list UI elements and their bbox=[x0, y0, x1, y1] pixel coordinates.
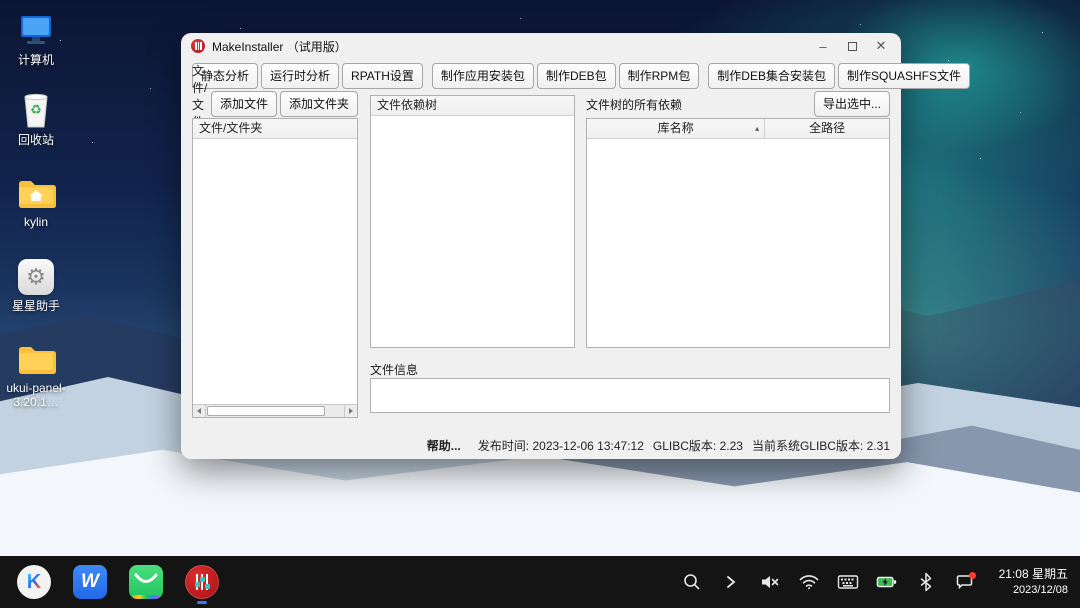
desktop-icon-label: kylin bbox=[24, 216, 48, 230]
scroll-right-icon[interactable] bbox=[344, 405, 357, 417]
all-dependencies-label: 文件树的所有依赖 bbox=[586, 96, 811, 113]
system-glibc-version-text: 当前系统GLIBC版本: 2.31 bbox=[752, 437, 890, 454]
files-list-header: 文件/文件夹 bbox=[193, 119, 357, 139]
taskbar-clock[interactable]: 21:08 星期五 2023/12/08 bbox=[999, 567, 1068, 597]
dependency-tree-header: 文件依赖树 bbox=[371, 96, 574, 116]
table-header-row: 库名称 ▴ 全路径 bbox=[587, 119, 889, 139]
stars bbox=[0, 0, 1, 1]
start-menu-button[interactable]: K bbox=[16, 560, 52, 604]
makeinstaller-icon bbox=[185, 565, 219, 599]
desktop-icon-label: 星星助手 bbox=[12, 300, 60, 314]
desktop-icon-kylin-home[interactable]: kylin bbox=[4, 174, 68, 230]
makeinstaller-window: MakeInstaller （试用版） – ✕ 静态分析 运行时分析 RPATH… bbox=[181, 33, 901, 459]
make-app-installer-button[interactable]: 制作应用安装包 bbox=[432, 63, 534, 89]
desktop: 计算机 ♻ 回收站 kylin ⚙ 星星助手 bbox=[0, 0, 1080, 608]
computer-icon bbox=[18, 12, 54, 50]
gear-app-icon: ⚙ bbox=[18, 258, 54, 296]
recycle-bin-icon: ♻ bbox=[21, 92, 51, 130]
home-folder-icon bbox=[16, 174, 56, 212]
wifi-icon[interactable] bbox=[798, 571, 820, 593]
desktop-icon-computer[interactable]: 计算机 bbox=[4, 12, 68, 68]
file-info-box[interactable] bbox=[370, 378, 890, 413]
make-deb-collection-button[interactable]: 制作DEB集合安装包 bbox=[708, 63, 835, 89]
dependencies-table[interactable]: 库名称 ▴ 全路径 bbox=[586, 118, 890, 348]
bluetooth-icon[interactable] bbox=[915, 571, 937, 593]
desktop-icon-label: ukui-panel-3.20.1… bbox=[4, 382, 68, 410]
search-icon[interactable] bbox=[681, 571, 703, 593]
horizontal-scrollbar[interactable] bbox=[193, 404, 357, 417]
desktop-icon-star-assistant[interactable]: ⚙ 星星助手 bbox=[4, 258, 68, 314]
toolbar: 静态分析 运行时分析 RPATH设置 制作应用安装包 制作DEB包 制作RPM包… bbox=[192, 63, 893, 89]
files-panel-header: 文件/文件夹 添加文件 添加文件夹 bbox=[192, 93, 358, 115]
window-title: MakeInstaller （试用版） bbox=[212, 38, 347, 55]
taskbar: K W bbox=[0, 556, 1080, 608]
kylin-start-icon: K bbox=[17, 565, 51, 599]
wps-office-icon: W bbox=[73, 565, 107, 599]
battery-charging-icon[interactable] bbox=[876, 571, 898, 593]
column-header-lib-name[interactable]: 库名称 ▴ bbox=[587, 119, 765, 138]
input-method-icon[interactable] bbox=[837, 571, 859, 593]
volume-muted-icon[interactable] bbox=[759, 571, 781, 593]
window-titlebar[interactable]: MakeInstaller （试用版） – ✕ bbox=[181, 33, 901, 59]
scrollbar-thumb[interactable] bbox=[207, 406, 325, 416]
add-folder-button[interactable]: 添加文件夹 bbox=[280, 91, 358, 117]
minimize-icon[interactable]: – bbox=[813, 37, 833, 55]
help-link[interactable]: 帮助... bbox=[427, 437, 461, 454]
add-file-button[interactable]: 添加文件 bbox=[211, 91, 277, 117]
make-deb-button[interactable]: 制作DEB包 bbox=[537, 63, 616, 89]
make-squashfs-button[interactable]: 制作SQUASHFS文件 bbox=[838, 63, 970, 89]
rpath-settings-button[interactable]: RPATH设置 bbox=[342, 63, 423, 89]
column-header-full-path[interactable]: 全路径 bbox=[765, 119, 889, 138]
wps-office-launcher[interactable]: W bbox=[72, 560, 108, 604]
runtime-analysis-button[interactable]: 运行时分析 bbox=[261, 63, 339, 89]
desktop-icon-label: 计算机 bbox=[18, 54, 54, 68]
notification-badge bbox=[969, 572, 976, 579]
folder-icon bbox=[16, 340, 56, 378]
make-rpm-button[interactable]: 制作RPM包 bbox=[619, 63, 700, 89]
makeinstaller-taskbar-button[interactable] bbox=[184, 560, 220, 604]
file-info-label: 文件信息 bbox=[370, 361, 418, 378]
sort-ascending-icon[interactable]: ▴ bbox=[755, 119, 759, 139]
notification-icon[interactable] bbox=[954, 571, 976, 593]
export-selected-button[interactable]: 导出选中... bbox=[814, 91, 890, 117]
desktop-icon-label: 回收站 bbox=[18, 134, 54, 148]
clock-date: 2023/12/08 bbox=[999, 583, 1068, 597]
glibc-version-text: GLIBC版本: 2.23 bbox=[653, 437, 743, 454]
maximize-icon[interactable] bbox=[842, 37, 862, 55]
desktop-icon-recycle-bin[interactable]: ♻ 回收站 bbox=[4, 92, 68, 148]
desktop-icon-ukui-panel[interactable]: ukui-panel-3.20.1… bbox=[4, 340, 68, 410]
status-bar: 帮助... 发布时间: 2023-12-06 13:47:12 GLIBC版本:… bbox=[181, 435, 890, 455]
close-icon[interactable]: ✕ bbox=[871, 37, 891, 55]
makeinstaller-app-icon bbox=[191, 39, 205, 53]
scroll-left-icon[interactable] bbox=[193, 405, 206, 417]
app-store-icon bbox=[129, 565, 163, 599]
running-indicator bbox=[197, 601, 207, 604]
app-store-launcher[interactable] bbox=[128, 560, 164, 604]
dependency-tree[interactable]: 文件依赖树 bbox=[370, 95, 575, 348]
all-dependencies-header: 文件树的所有依赖 导出选中... bbox=[586, 93, 890, 115]
files-list[interactable]: 文件/文件夹 bbox=[192, 118, 358, 418]
release-time-text: 发布时间: 2023-12-06 13:47:12 bbox=[478, 437, 644, 454]
expand-tray-icon[interactable] bbox=[720, 571, 742, 593]
clock-time: 21:08 星期五 bbox=[999, 567, 1068, 583]
